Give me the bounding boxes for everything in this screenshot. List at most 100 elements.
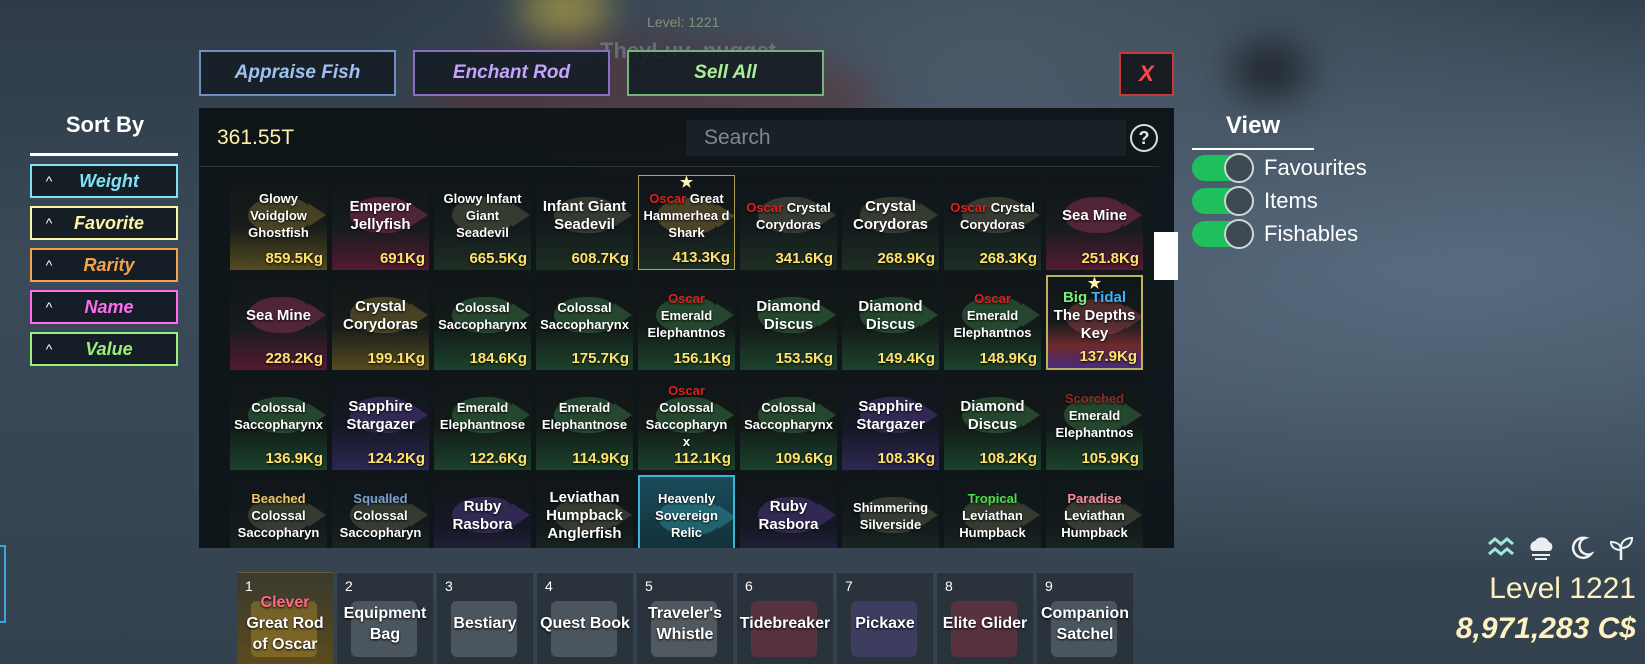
inventory-item[interactable]: Squalled Colossal Saccopharyn (332, 475, 429, 548)
sort-rarity-button[interactable]: ^ Rarity (30, 248, 178, 282)
inventory-item[interactable]: Colossal Saccopharynx 109.6Kg (740, 375, 837, 470)
hotbar-slot-2[interactable]: 2 Equipment Bag (337, 572, 433, 664)
inventory-item[interactable]: Oscar Crystal Corydoras 268.3Kg (944, 175, 1041, 270)
inventory-item[interactable]: Emerald Elephantnose 122.6Kg (434, 375, 531, 470)
inventory-item[interactable]: Sapphire Stargazer 124.2Kg (332, 375, 429, 470)
left-edge-tab[interactable] (0, 545, 6, 623)
inventory-item[interactable]: Oscar Emerald Elephantnos 156.1Kg (638, 275, 735, 370)
item-name: Leviathan Humpback Anglerfish (540, 489, 629, 543)
toggle-knob (1224, 153, 1254, 183)
inventory-item[interactable]: Beached Colossal Saccopharyn (230, 475, 327, 548)
chevron-up-icon: ^ (45, 215, 53, 231)
inventory-item[interactable]: Glowy Voidglow Ghostfish 859.5Kg (230, 175, 327, 270)
item-name-text: The Depths Key (1053, 306, 1136, 342)
enchant-rod-button[interactable]: Enchant Rod (413, 50, 610, 96)
inventory-item[interactable]: Crystal Corydoras 268.9Kg (842, 175, 939, 270)
sort-weight-button[interactable]: ^ Weight (30, 164, 178, 198)
inventory-item[interactable]: ★ Oscar Great Hammerhea d Shark 413.3Kg (638, 175, 735, 270)
inventory-grid-viewport[interactable]: Glowy Voidglow Ghostfish 859.5Kg Emperor J… (230, 175, 1145, 548)
hotbar-item-name: Companion Satchel (1041, 604, 1129, 643)
inventory-item[interactable]: Oscar Crystal Corydoras 341.6Kg (740, 175, 837, 270)
sell-all-button[interactable]: Sell All (627, 50, 824, 96)
hotbar-slot-5[interactable]: 5 Traveler's Whistle (637, 572, 733, 664)
item-name: Sapphire Stargazer (336, 398, 425, 434)
inventory-item[interactable]: Colossal Saccopharynx 175.7Kg (536, 275, 633, 370)
hotbar-item-name: Bestiary (453, 615, 517, 632)
inventory-item[interactable]: Infant Giant Seadevil 608.7Kg (536, 175, 633, 270)
hotbar-slot-7[interactable]: 7 Pickaxe (837, 572, 933, 664)
item-mutation: Oscar (668, 291, 705, 306)
item-mutation: Oscar (950, 199, 988, 215)
inventory-item[interactable]: Diamond Discus 108.2Kg (944, 375, 1041, 470)
inventory-item[interactable]: Crystal Corydoras 199.1Kg (332, 275, 429, 370)
toggle-items[interactable]: Items (1192, 186, 1318, 216)
toggle-fishables[interactable]: Fishables (1192, 219, 1358, 249)
inventory-item[interactable]: Ruby Rasbora (740, 475, 837, 548)
inventory-item[interactable]: Diamond Discus 153.5Kg (740, 275, 837, 370)
help-icon[interactable]: ? (1130, 124, 1158, 152)
inventory-item[interactable]: Oscar Colossal Saccopharyn x 112.1Kg (638, 375, 735, 470)
sort-name-button[interactable]: ^ Name (30, 290, 178, 324)
inventory-item[interactable]: Heavenly Sovereign Relic (638, 475, 735, 548)
hotbar-slot-label: Clever Great Rod of Oscar (237, 582, 333, 655)
item-name-text: Ruby Rasbora (758, 497, 819, 533)
inventory-item[interactable]: Oscar Emerald Elephantnos 148.9Kg (944, 275, 1041, 370)
appraise-fish-button[interactable]: Appraise Fish (199, 50, 396, 96)
hotbar-slot-9[interactable]: 9 Companion Satchel (1037, 572, 1133, 664)
item-name: Diamond Discus (846, 298, 935, 334)
inventory-item[interactable]: Colossal Saccopharynx 136.9Kg (230, 375, 327, 470)
item-weight: 136.9Kg (265, 450, 323, 467)
toggle-switch[interactable] (1192, 186, 1254, 216)
hotbar-slot-4[interactable]: 4 Quest Book (537, 572, 633, 664)
inventory-item[interactable]: Emperor Jellyfish 691Kg (332, 175, 429, 270)
item-name: Sapphire Stargazer (846, 398, 935, 434)
inventory-item[interactable]: Shimmering Silverside (842, 475, 939, 548)
item-name-text: Colossal Saccopharyn (237, 508, 320, 540)
moon-icon (1566, 533, 1596, 563)
background-rock (1230, 40, 1310, 100)
item-name: Heavenly Sovereign Relic (644, 490, 729, 541)
inventory-item[interactable]: Scorched Emerald Elephantnos 105.9Kg (1046, 375, 1143, 470)
view-title: View (1225, 112, 1281, 139)
inventory-divider (199, 166, 1159, 167)
close-button[interactable]: X (1119, 52, 1174, 96)
item-name-text: Emerald Elephantnose (439, 399, 526, 432)
item-name-text: Emerald Elephantnos (647, 308, 726, 340)
inventory-item[interactable]: Sapphire Stargazer 108.3Kg (842, 375, 939, 470)
inventory-item[interactable]: Colossal Saccopharynx 184.6Kg (434, 275, 531, 370)
sort-value-button[interactable]: ^ Value (30, 332, 178, 366)
inventory-item[interactable]: Sea Mine 251.8Kg (1046, 175, 1143, 270)
inventory-scrollbar[interactable] (1154, 232, 1178, 280)
toggle-favourites[interactable]: Favourites (1192, 153, 1367, 183)
item-name: Emerald Elephantnose (540, 399, 629, 433)
inventory-item[interactable]: Tropical Leviathan Humpback (944, 475, 1041, 548)
inventory-item[interactable]: Diamond Discus 149.4Kg (842, 275, 939, 370)
inventory-item[interactable]: Emerald Elephantnose 114.9Kg (536, 375, 633, 470)
sort-favorite-button[interactable]: ^ Favorite (30, 206, 178, 240)
inventory-item[interactable]: Ruby Rasbora (434, 475, 531, 548)
inventory-item[interactable]: Glowy Infant Giant Seadevil 665.5Kg (434, 175, 531, 270)
item-name: Sea Mine (1062, 207, 1127, 225)
item-name-text: Emperor Jellyfish (349, 197, 412, 233)
hotbar-slot-1[interactable]: 1 Clever Great Rod of Oscar (237, 572, 333, 664)
chevron-up-icon: ^ (45, 257, 53, 273)
search-input[interactable] (686, 120, 1126, 156)
item-weight: 268.9Kg (877, 250, 935, 267)
hotbar-slot-6[interactable]: 6 Tidebreaker (737, 572, 833, 664)
item-name-text: Leviathan Humpback Anglerfish (546, 488, 623, 542)
sort-label: Value (85, 338, 133, 359)
inventory-item[interactable]: Paradise Leviathan Humpback (1046, 475, 1143, 548)
status-icons (1486, 533, 1636, 563)
hotbar-slot-number: 6 (745, 578, 753, 594)
toggle-switch[interactable] (1192, 219, 1254, 249)
item-name: Beached Colossal Saccopharyn (234, 490, 323, 541)
inventory-item[interactable]: Leviathan Humpback Anglerfish (536, 475, 633, 548)
hotbar-slot-3[interactable]: 3 Bestiary (437, 572, 533, 664)
inventory-item[interactable]: ★ Big Tidal The Depths Key 137.9Kg (1046, 275, 1143, 370)
inventory-item[interactable]: Sea Mine 228.2Kg (230, 275, 327, 370)
item-name-text: Colossal Saccopharynx (744, 399, 833, 432)
item-name-text: Colossal Saccopharynx (540, 299, 629, 332)
hotbar-slot-8[interactable]: 8 Elite Glider (937, 572, 1033, 664)
hotbar-item-name: Tidebreaker (739, 615, 831, 632)
toggle-switch[interactable] (1192, 153, 1254, 183)
